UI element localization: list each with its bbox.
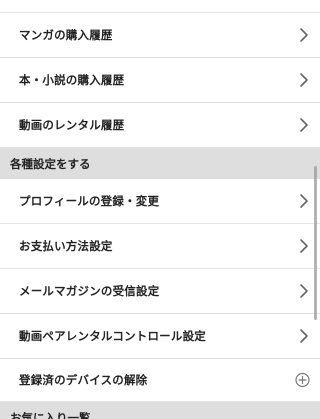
- chevron-right-icon: [298, 238, 310, 254]
- circle-plus-icon: [295, 372, 310, 388]
- scrollbar-thumb[interactable]: [314, 166, 317, 320]
- book-purchase-history-row[interactable]: 本・小説の購入履歴: [0, 58, 320, 103]
- chevron-right-icon: [298, 117, 310, 133]
- chevron-right-icon: [298, 193, 310, 209]
- newsletter-settings-label: メールマガジンの受信設定: [19, 284, 160, 298]
- chevron-right-icon: [298, 72, 310, 88]
- chevron-right-icon: [298, 328, 310, 344]
- favorites-section-header: お気に入り一覧: [0, 402, 320, 419]
- chevron-right-icon: [298, 283, 310, 299]
- settings-section-header: 各種設定をする: [0, 148, 320, 179]
- video-rental-history-row[interactable]: 動画のレンタル履歴: [0, 103, 320, 148]
- manga-purchase-history-row[interactable]: マンガの購入履歴: [0, 13, 320, 58]
- profile-settings-row[interactable]: プロフィールの登録・変更: [0, 179, 320, 224]
- payment-method-settings-row[interactable]: お支払い方法設定: [0, 224, 320, 269]
- parental-control-settings-label: 動画ペアレンタルコントロール設定: [19, 329, 206, 343]
- newsletter-settings-row[interactable]: メールマガジンの受信設定: [0, 269, 320, 314]
- registered-device-removal-row[interactable]: 登録済のデバイスの解除: [0, 359, 320, 402]
- settings-list-screen: マンガの購入履歴 本・小説の購入履歴 動画のレンタル履歴 各種設定をする プロフ…: [0, 0, 320, 419]
- manga-purchase-history-label: マンガの購入履歴: [19, 28, 113, 42]
- chevron-right-icon: [298, 27, 310, 43]
- parental-control-settings-row[interactable]: 動画ペアレンタルコントロール設定: [0, 314, 320, 359]
- video-rental-history-label: 動画のレンタル履歴: [19, 118, 125, 132]
- book-purchase-history-label: 本・小説の購入履歴: [19, 73, 125, 87]
- settings-section-title: 各種設定をする: [10, 156, 91, 171]
- profile-settings-label: プロフィールの登録・変更: [19, 194, 160, 208]
- favorites-section-title: お気に入り一覧: [10, 410, 91, 419]
- registered-device-removal-label: 登録済のデバイスの解除: [19, 373, 148, 387]
- payment-method-settings-label: お支払い方法設定: [19, 239, 113, 253]
